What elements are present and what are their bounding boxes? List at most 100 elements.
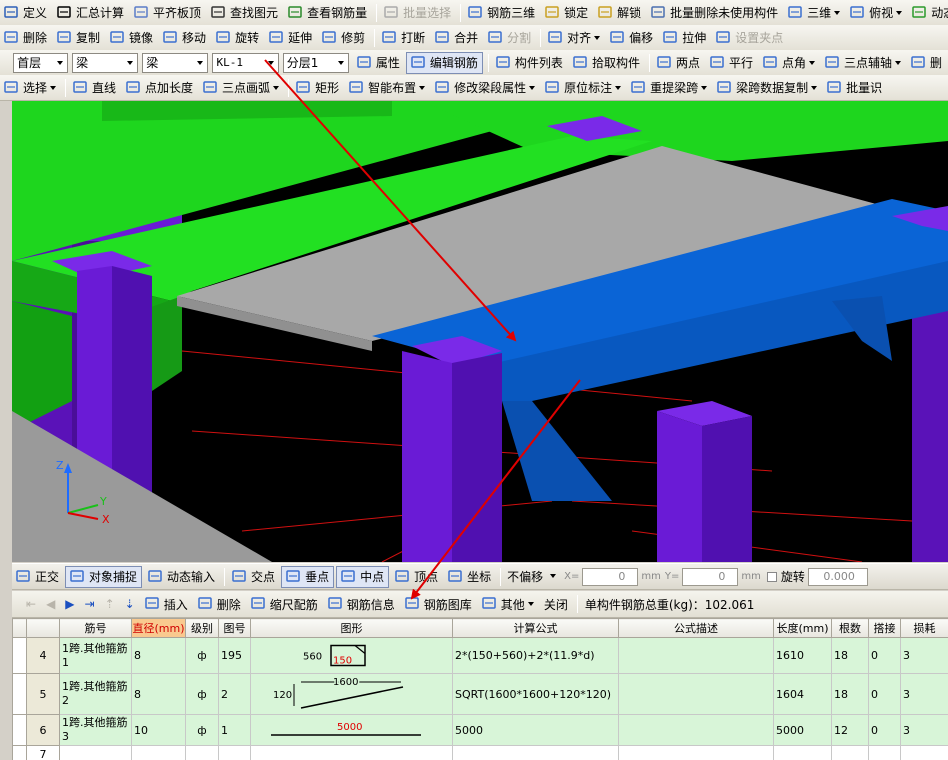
rebar-button-4[interactable]: 钢筋图库 — [401, 593, 476, 615]
cell-shape[interactable]: 120 1600 — [250, 673, 453, 715]
draw-button-8[interactable]: 重提梁跨 — [627, 77, 711, 99]
cell-grade[interactable]: ф — [185, 637, 219, 674]
table-row[interactable]: 4 1跨.其他箍筋1 8 ф 195 560 150 2*(150+560)+2*(11.9*… — [12, 637, 948, 674]
comp-button-7[interactable]: 三点辅轴 — [821, 52, 905, 74]
floor-select[interactable]: 首层 — [13, 52, 69, 73]
edit-button-2[interactable]: 镜像 — [106, 27, 157, 49]
comp-button-0[interactable]: 属性 — [353, 52, 404, 74]
col-length[interactable]: 长度(mm) — [773, 618, 832, 638]
snap-button-0[interactable]: 正交 — [12, 566, 63, 588]
edit-button-0[interactable]: 删除 — [0, 27, 51, 49]
cell-grade[interactable]: ф — [185, 714, 219, 746]
snap-button-7[interactable]: 坐标 — [444, 566, 495, 588]
comp-button-2[interactable]: 构件列表 — [492, 52, 567, 74]
cell-grade[interactable]: ф — [185, 673, 219, 715]
snap-button-1[interactable]: 对象捕捉 — [65, 565, 143, 588]
cell-lap[interactable]: 0 — [868, 673, 901, 715]
cell-formula[interactable]: 5000 — [452, 714, 619, 746]
main-button-12[interactable]: 动态观察 — [908, 2, 948, 24]
snap-button-4[interactable]: 垂点 — [281, 565, 335, 588]
cell-bar-no[interactable]: 1跨.其他箍筋2 — [59, 673, 132, 715]
cell-formula[interactable]: SQRT(1600*1600+120*120) — [452, 673, 619, 715]
rebar-button-5[interactable]: 其他 — [478, 593, 538, 615]
cell-grade[interactable] — [185, 745, 219, 760]
cell-formula-desc[interactable] — [618, 637, 774, 674]
cell-length[interactable] — [773, 745, 832, 760]
comp-button-4[interactable]: 两点 — [653, 52, 704, 74]
rebar-button-6[interactable]: 关闭 — [540, 593, 572, 615]
cell-diameter[interactable]: 10 — [131, 714, 186, 746]
draw-button-2[interactable]: 点加长度 — [122, 77, 197, 99]
offset-mode-select[interactable]: 不偏移 — [504, 567, 560, 587]
edit-button-11[interactable]: 偏移 — [606, 27, 657, 49]
draw-button-4[interactable]: 矩形 — [292, 77, 343, 99]
snap-button-2[interactable]: 动态输入 — [144, 566, 219, 588]
component-select[interactable]: KL-1 — [212, 52, 279, 73]
cell-lap[interactable] — [868, 745, 901, 760]
draw-button-9[interactable]: 梁跨数据复制 — [713, 77, 821, 99]
col-formula[interactable]: 计算公式 — [452, 618, 619, 638]
cell-loss[interactable] — [900, 745, 948, 760]
cell-diameter[interactable] — [131, 745, 186, 760]
cell-bar-no[interactable] — [59, 745, 132, 760]
cell-loss[interactable]: 3 — [900, 637, 948, 674]
edit-button-8[interactable]: 合并 — [431, 27, 482, 49]
col-shape[interactable]: 图形 — [250, 618, 453, 638]
cell-count[interactable]: 12 — [831, 714, 869, 746]
cell-fig-no[interactable]: 195 — [218, 637, 251, 674]
cell-fig-no[interactable]: 1 — [218, 714, 251, 746]
cell-length[interactable]: 1610 — [773, 637, 832, 674]
edit-button-13[interactable]: 设置夹点 — [712, 27, 787, 49]
main-button-7[interactable]: 锁定 — [541, 2, 592, 24]
cell-lap[interactable]: 0 — [868, 714, 901, 746]
comp-button-3[interactable]: 拾取构件 — [569, 52, 644, 74]
category-select[interactable]: 梁 — [72, 52, 139, 73]
draw-button-10[interactable]: 批量识 — [823, 77, 886, 99]
cell-diameter[interactable]: 8 — [131, 637, 186, 674]
cell-length[interactable]: 5000 — [773, 714, 832, 746]
table-row[interactable]: 5 1跨.其他箍筋2 8 ф 2 120 1600 SQRT(1600*1600+120*12… — [12, 673, 948, 715]
col-diameter[interactable]: 直径(mm) — [131, 618, 186, 638]
col-lap[interactable]: 搭接 — [868, 618, 901, 638]
col-formula-desc[interactable]: 公式描述 — [618, 618, 774, 638]
cell-count[interactable] — [831, 745, 869, 760]
col-grade[interactable]: 级别 — [185, 618, 219, 638]
edit-button-12[interactable]: 拉伸 — [659, 27, 710, 49]
next-button[interactable]: ▶ — [61, 593, 78, 615]
x-input[interactable]: 0 — [582, 567, 639, 586]
row-up-button[interactable]: ⇡ — [101, 593, 119, 615]
cell-formula-desc[interactable] — [618, 714, 774, 746]
snap-button-3[interactable]: 交点 — [228, 566, 279, 588]
type-select[interactable]: 梁 — [142, 52, 209, 73]
row-down-button[interactable]: ⇣ — [121, 593, 139, 615]
cell-fig-no[interactable]: 2 — [218, 673, 251, 715]
cell-formula[interactable]: 2*(150+560)+2*(11.9*d) — [452, 637, 619, 674]
main-button-11[interactable]: 俯视 — [846, 2, 906, 24]
3d-viewport[interactable]: Z Y X — [12, 101, 948, 562]
snap-button-6[interactable]: 顶点 — [391, 566, 442, 588]
rebar-button-2[interactable]: 缩尺配筋 — [247, 593, 322, 615]
main-button-1[interactable]: 汇总计算 — [53, 2, 128, 24]
edit-button-1[interactable]: 复制 — [53, 27, 104, 49]
main-button-9[interactable]: 批量删除未使用构件 — [647, 2, 782, 24]
edit-button-3[interactable]: 移动 — [159, 27, 210, 49]
draw-button-6[interactable]: 修改梁段属性 — [431, 77, 539, 99]
edit-button-5[interactable]: 延伸 — [265, 27, 316, 49]
rotate-checkbox[interactable] — [766, 571, 777, 582]
col-loss[interactable]: 损耗 — [900, 618, 948, 638]
main-button-8[interactable]: 解锁 — [594, 2, 645, 24]
move-up-button[interactable]: ⇤ — [22, 593, 40, 615]
main-button-10[interactable]: 三维 — [784, 2, 844, 24]
rebar-button-0[interactable]: 插入 — [141, 593, 192, 615]
draw-button-5[interactable]: 智能布置 — [345, 77, 429, 99]
main-button-6[interactable]: 钢筋三维 — [464, 2, 539, 24]
rebar-button-3[interactable]: 钢筋信息 — [324, 593, 399, 615]
comp-button-5[interactable]: 平行 — [706, 52, 757, 74]
cell-length[interactable]: 1604 — [773, 673, 832, 715]
draw-button-1[interactable]: 直线 — [69, 77, 120, 99]
cell-shape[interactable]: 5000 — [250, 714, 453, 746]
comp-button-1[interactable]: 编辑钢筋 — [405, 51, 483, 74]
y-input[interactable]: 0 — [682, 567, 739, 586]
cell-formula-desc[interactable] — [618, 673, 774, 715]
draw-button-3[interactable]: 三点画弧 — [199, 77, 283, 99]
